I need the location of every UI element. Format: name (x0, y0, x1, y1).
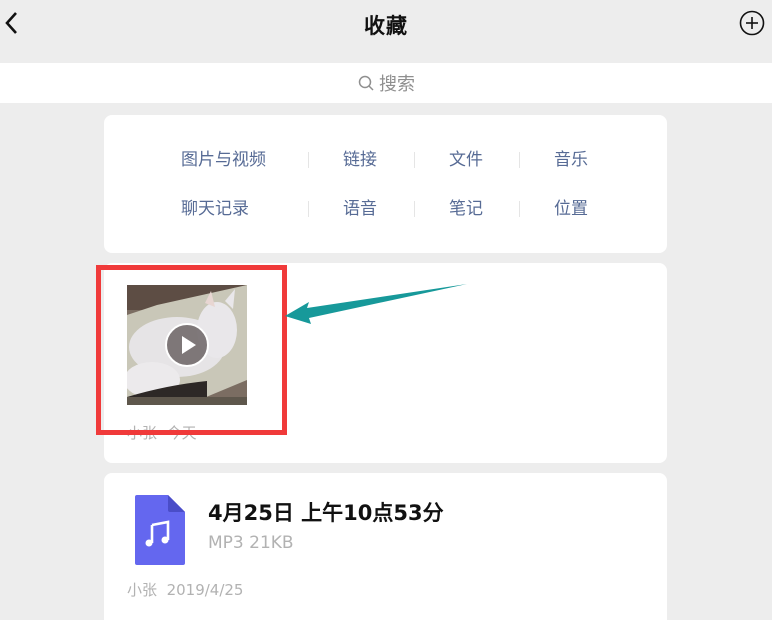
plus-circle-icon (739, 10, 765, 36)
category-notes[interactable]: 笔记 (449, 194, 483, 219)
favorite-item-file[interactable]: 4月25日 上午10点53分 MP3 21KB 小张 2019/4/25 (104, 473, 667, 620)
category-music[interactable]: 音乐 (554, 145, 588, 170)
search-icon (358, 75, 374, 91)
divider (414, 201, 415, 217)
navigation-bar: 收藏 (0, 0, 772, 62)
item-author: 小张 (127, 581, 158, 599)
category-links[interactable]: 链接 (343, 145, 377, 170)
category-voice[interactable]: 语音 (343, 194, 377, 219)
category-row: 聊天记录 语音 笔记 位置 (104, 194, 667, 224)
category-chat-history[interactable]: 聊天记录 (181, 194, 249, 219)
search-bar[interactable]: 搜索 (0, 63, 772, 103)
file-info: MP3 21KB (208, 533, 294, 553)
category-files[interactable]: 文件 (449, 145, 483, 170)
divider (414, 152, 415, 168)
item-time: 2019/4/25 (166, 581, 244, 599)
category-images-videos[interactable]: 图片与视频 (181, 145, 266, 170)
category-location[interactable]: 位置 (554, 194, 588, 219)
page-title: 收藏 (364, 14, 408, 38)
divider (519, 152, 520, 168)
music-file-icon (135, 495, 185, 565)
file-name: 4月25日 上午10点53分 (208, 501, 444, 525)
add-button[interactable] (739, 10, 765, 36)
annotation-highlight-box (96, 265, 287, 435)
divider (308, 152, 309, 168)
annotation-arrow-icon (285, 284, 467, 324)
category-row: 图片与视频 链接 文件 音乐 (104, 145, 667, 175)
search-placeholder: 搜索 (379, 74, 415, 95)
category-panel: 图片与视频 链接 文件 音乐 聊天记录 语音 笔记 位置 (104, 115, 667, 253)
divider (519, 201, 520, 217)
divider (308, 201, 309, 217)
item-meta: 小张 2019/4/25 (127, 579, 243, 600)
